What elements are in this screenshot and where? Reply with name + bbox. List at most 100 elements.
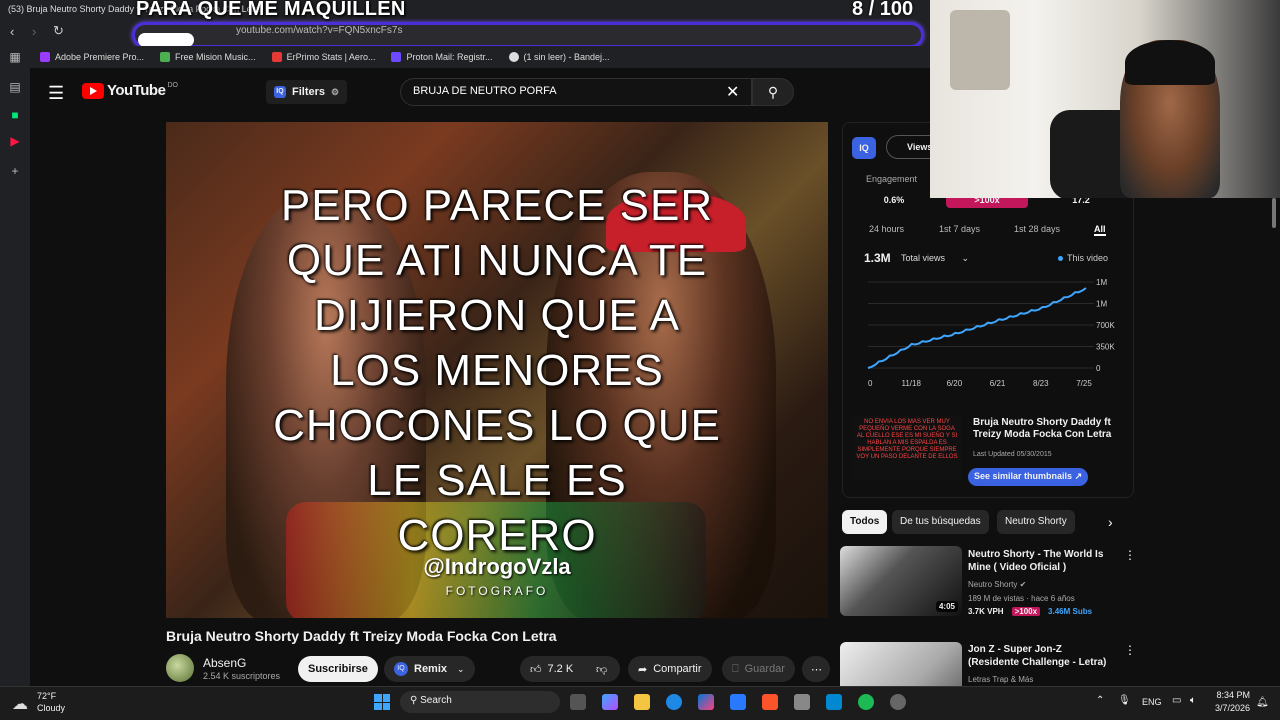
bookmark[interactable]: Adobe Premiere Pro... (40, 52, 144, 62)
apps-icon[interactable]: ▦ (8, 50, 22, 64)
period-28d[interactable]: 1st 28 days (1014, 224, 1060, 234)
bookmark[interactable]: Free Mision Music... (160, 52, 256, 62)
engagement-rate: 0.6% (883, 195, 905, 205)
spotify-icon[interactable] (858, 694, 874, 710)
save-button[interactable]: ⎕ Guardar (722, 656, 795, 682)
tray-chevron-icon[interactable]: ⌃ (1096, 695, 1104, 706)
vidiq-logo[interactable]: IQ (852, 137, 876, 159)
more-vert-icon[interactable]: ⋮ (1124, 548, 1136, 562)
reload-icon[interactable]: ↻ (53, 23, 64, 39)
share-button[interactable]: ➦ Compartir (628, 656, 712, 682)
channel-avatar[interactable] (166, 654, 194, 682)
filters-button[interactable]: IQ Filters ⚙ (266, 80, 348, 104)
search-input[interactable]: BRUJA DE NEUTRO PORFA (400, 78, 752, 106)
video-title: Bruja Neutro Shorty Daddy ft Treizy Moda… (166, 628, 557, 644)
more-actions-button[interactable]: ⋯ (802, 656, 830, 682)
x-tick-label: 11/18 (901, 379, 921, 388)
similar-thumbnail[interactable]: NO ENVIA LOS MAS VER MUY PEQUEÑO VERME C… (852, 416, 962, 480)
period-24h[interactable]: 24 hours (869, 224, 904, 234)
more-vert-icon[interactable]: ⋮ (1124, 643, 1136, 657)
cloud-icon[interactable]: ☁ (12, 694, 28, 714)
y-tick-label: 350K (1096, 343, 1115, 352)
period-7d[interactable]: 1st 7 days (939, 224, 980, 234)
store-icon[interactable] (730, 694, 746, 710)
app-icon[interactable] (698, 694, 714, 710)
bookmark[interactable]: ErPrimo Stats | Aero... (271, 52, 375, 62)
total-views-dropdown[interactable]: Total views ⌄ (901, 253, 969, 264)
notification-bell-icon[interactable]: 🔔︎ (1256, 697, 1269, 708)
url-text[interactable]: youtube.com/watch?v=FQN5xncFs7s (236, 25, 402, 36)
bookmark[interactable]: (1 sin leer) - Bandej... (508, 52, 610, 62)
weather-desc[interactable]: Cloudy (37, 703, 65, 713)
chip-neutro-shorty[interactable]: Neutro Shorty (997, 510, 1075, 534)
thumbs-up-icon: 👍︎ (530, 663, 542, 676)
y-tick-label: 1M (1096, 300, 1107, 309)
clock-date[interactable]: 3/7/2026 (1208, 703, 1250, 713)
webcam-figure (950, 10, 1010, 90)
share-icon: ➦ (638, 663, 648, 676)
app-icon[interactable] (826, 694, 842, 710)
clock-time[interactable]: 8:34 PM (1212, 690, 1250, 700)
scrollbar[interactable] (1270, 198, 1278, 686)
similar-updated: Last Updated 05/30/2015 (973, 451, 1052, 458)
chevron-right-icon[interactable]: › (1108, 514, 1113, 530)
youtube-logo[interactable]: YouTube DO (82, 82, 178, 99)
dislike-button[interactable]: 👎︎ (590, 656, 616, 682)
copilot-icon[interactable] (602, 694, 618, 710)
proton-icon (391, 52, 402, 62)
chip-from-searches[interactable]: De tus búsquedas (892, 510, 989, 534)
subscribe-button[interactable]: Suscribirse (298, 656, 378, 682)
weather-temp[interactable]: 72°F (37, 691, 56, 701)
premiere-icon (40, 52, 50, 62)
x-tick-label: 8/23 (1033, 379, 1049, 388)
search-icon: ⚲ (410, 695, 421, 706)
video-watermark: @IndrogoVzla (423, 554, 571, 579)
volume-icon[interactable]: 🔈︎ (1190, 695, 1196, 706)
menu-icon[interactable]: ☰ (48, 83, 64, 104)
webcam-overlay (930, 0, 1280, 198)
search-button[interactable]: ⚲ (752, 78, 794, 106)
bookmark[interactable]: Proton Mail: Registr... (391, 52, 493, 62)
rec-channel[interactable]: Letras Trap & Más (968, 675, 1033, 684)
mail-icon (508, 52, 519, 62)
brave-icon[interactable] (762, 694, 778, 710)
music-icon (160, 52, 171, 62)
rec-thumbnail[interactable]: 4:05 (840, 546, 962, 616)
windows-start-icon[interactable] (374, 694, 390, 710)
remix-button[interactable]: IQ Remix ⌄ (384, 656, 475, 682)
stats-icon (271, 52, 282, 62)
x-tick-label: 6/20 (947, 379, 963, 388)
add-icon[interactable]: + (8, 164, 22, 178)
panel-icon[interactable]: ▤ (8, 80, 22, 94)
y-tick-label: 0 (1096, 364, 1101, 373)
back-icon[interactable]: ‹ (10, 24, 14, 39)
rec-title[interactable]: Jon Z - Super Jon-Z (Residente Challenge… (968, 643, 1113, 669)
steam-icon[interactable] (890, 694, 906, 710)
chart-legend: This video (1058, 253, 1108, 263)
verified-icon: ✔ (1019, 580, 1027, 589)
see-similar-thumbnails-button[interactable]: See similar thumbnails ↗ (968, 468, 1089, 486)
clear-search-icon[interactable]: ✕ (726, 82, 739, 102)
taskbar-search[interactable]: ⚲ Search (400, 691, 560, 713)
rec-channel[interactable]: Neutro Shorty ✔ (968, 580, 1026, 589)
chip-all[interactable]: Todos (842, 510, 888, 534)
webcam-cap (1125, 40, 1215, 85)
channel-name[interactable]: AbsenG (203, 656, 246, 670)
rec-title[interactable]: Neutro Shorty - The World Is Mine ( Vide… (968, 548, 1113, 574)
x-tick-label: 6/21 (990, 379, 1006, 388)
chevron-down-icon: ⌄ (457, 663, 465, 674)
microphone-icon[interactable]: 🎙︎ (1118, 695, 1131, 706)
period-all[interactable]: All (1094, 224, 1106, 236)
edge-icon[interactable] (666, 694, 682, 710)
y-tick-label: 700K (1096, 321, 1115, 330)
video-player[interactable]: PERO PARECE SER QUE ATI NUNCA TE DIJIERO… (166, 122, 828, 618)
youtube-icon[interactable]: ▶ (8, 134, 22, 148)
app-icon[interactable] (794, 694, 810, 710)
task-view-icon[interactable] (570, 694, 586, 710)
network-icon[interactable]: ▭ (1172, 695, 1181, 706)
language-indicator[interactable]: ENG (1142, 697, 1162, 707)
scrollbar-thumb[interactable] (1272, 198, 1276, 228)
forward-icon[interactable]: › (32, 24, 36, 39)
kick-icon[interactable]: ■ (8, 108, 22, 122)
file-explorer-icon[interactable] (634, 694, 650, 710)
